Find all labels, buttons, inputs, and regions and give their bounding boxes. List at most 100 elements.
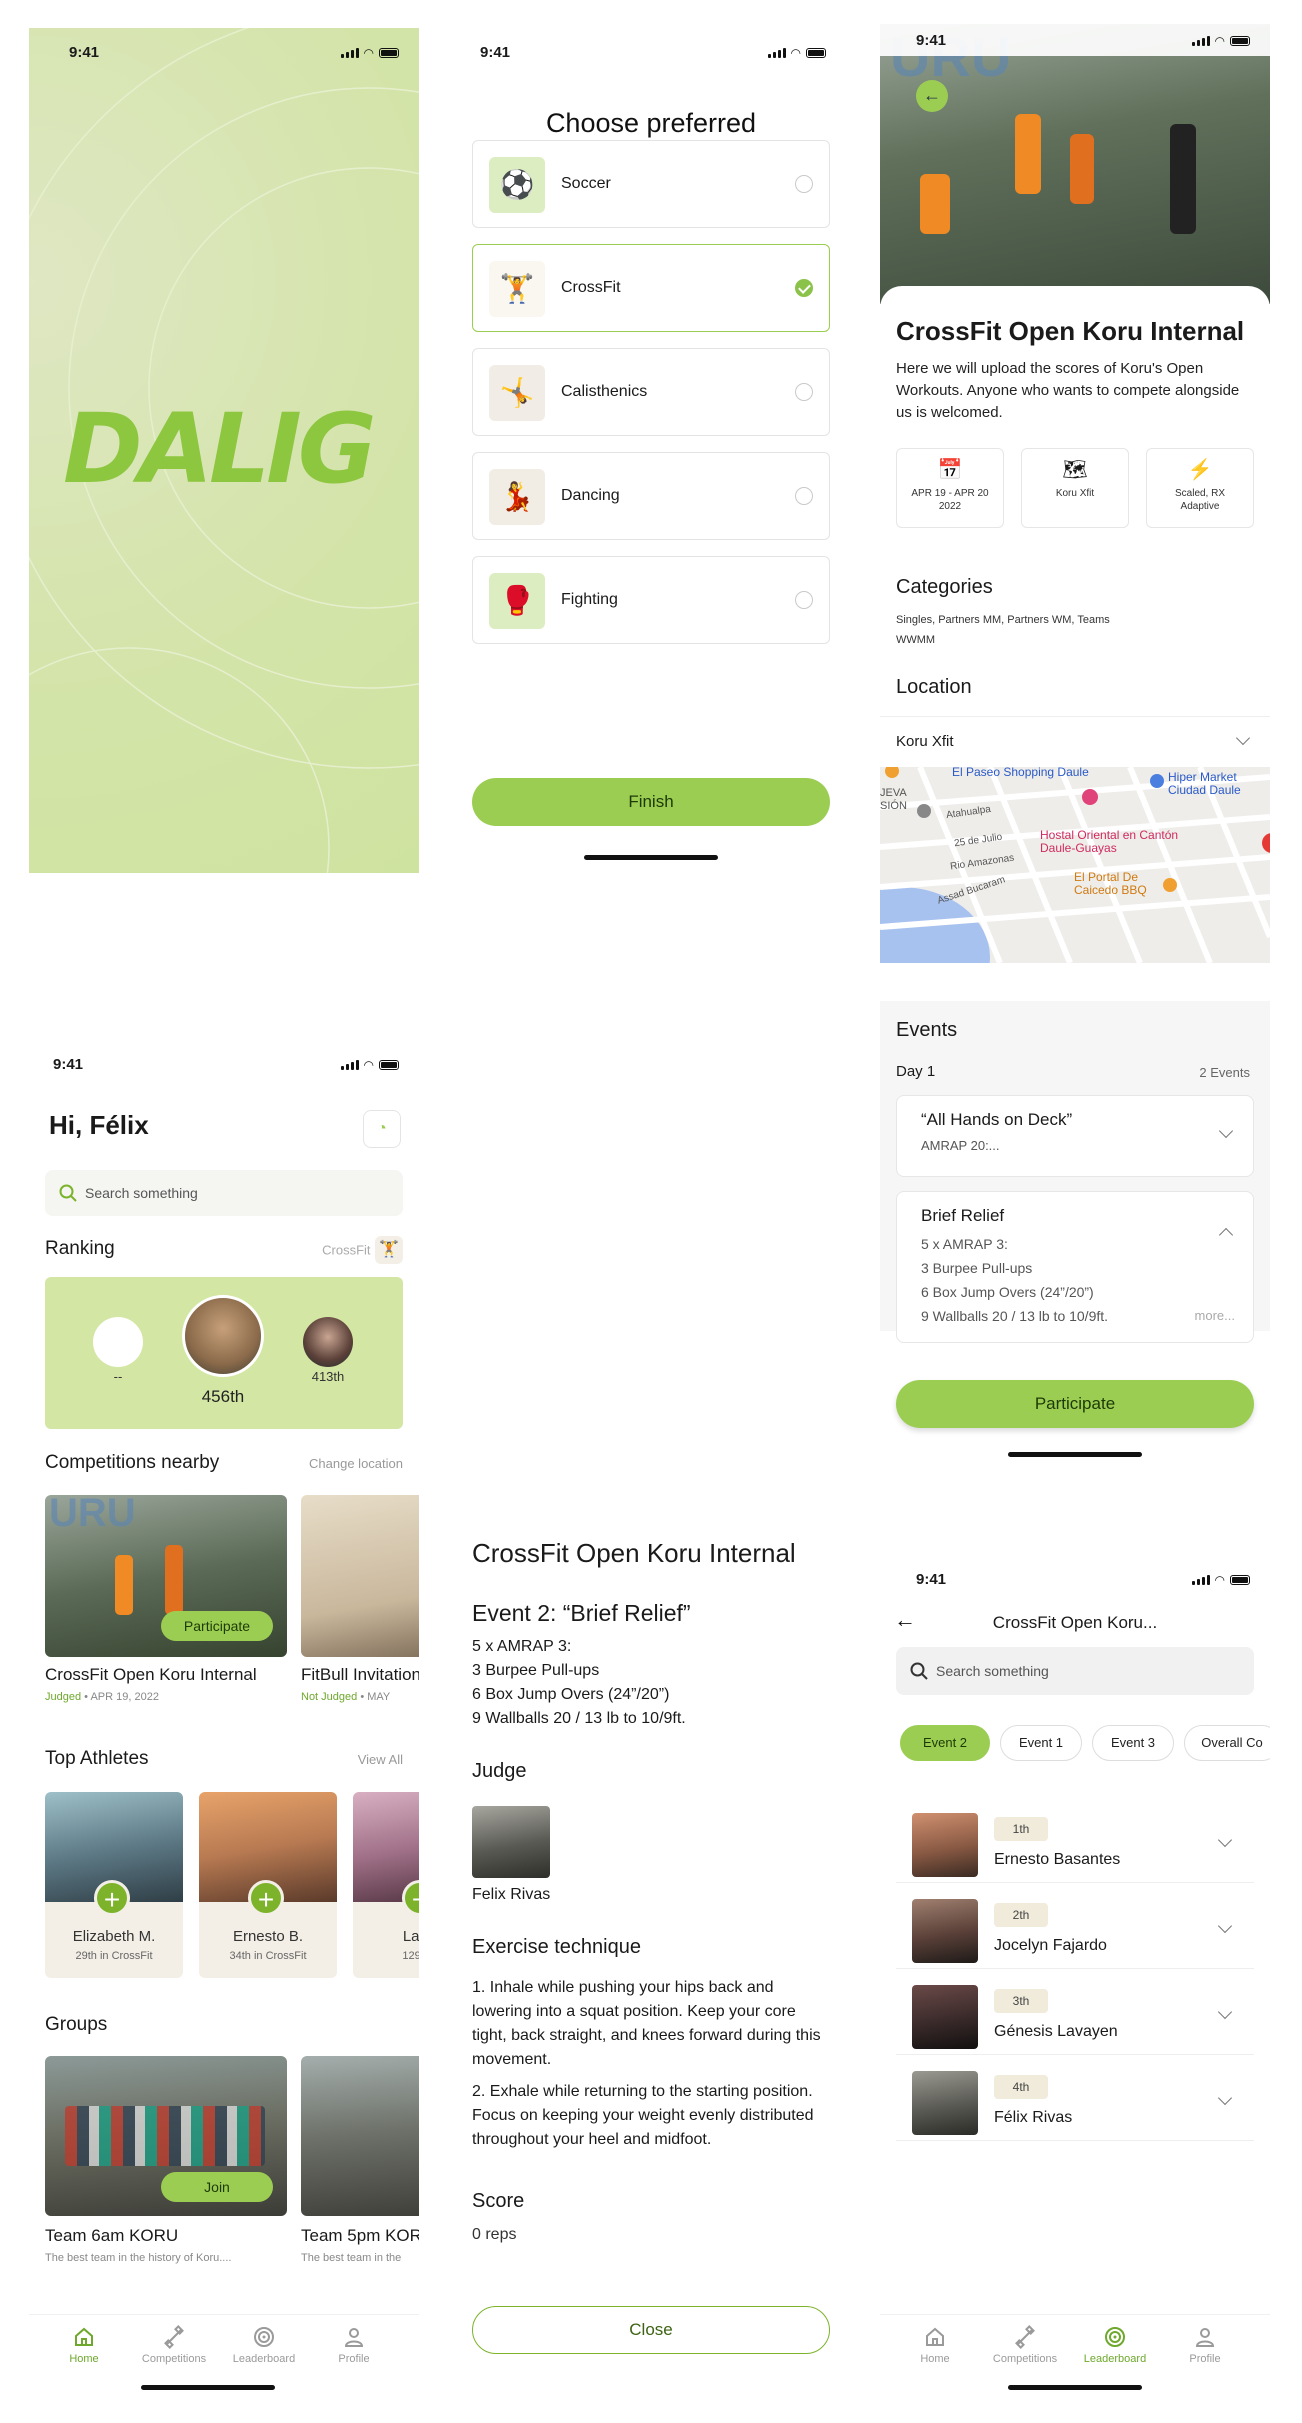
map-label-paseo: El Paseo Shopping Daule <box>952 767 1089 779</box>
event-detail-screen: CrossFit Open Koru Internal Event 2: “Br… <box>456 1520 846 2400</box>
info-card: 📅 APR 19 - APR 20 2022 <box>896 448 1004 528</box>
view-all-link[interactable]: View All <box>358 1752 403 1767</box>
competition-card[interactable]: URU Participate CrossFit Open Koru Inter… <box>45 1491 287 1710</box>
nav-competitions[interactable]: Competitions <box>985 2325 1065 2365</box>
wifi-icon: ◠ <box>1214 1573 1225 1587</box>
competition-card[interactable]: FitBull Invitational Not Judged • MAY <box>301 1495 419 1710</box>
athlete-rank: 34th in CrossFit <box>229 1950 307 1962</box>
nav-home[interactable]: Home <box>44 2325 124 2365</box>
competition-name: CrossFit Open Koru Internal <box>45 1665 257 1684</box>
judge-avatar[interactable] <box>472 1806 550 1878</box>
tab-overall-co[interactable]: Overall Co <box>1184 1725 1270 1761</box>
home-icon <box>923 2325 947 2349</box>
battery-icon <box>1230 36 1250 46</box>
add-athlete-button[interactable]: + <box>94 1880 130 1916</box>
map-label-portal: El Portal De Caicedo BBQ <box>1074 870 1147 897</box>
nav-leaderboard[interactable]: Leaderboard <box>1075 2325 1155 2365</box>
nav-label: Leaderboard <box>1083 2353 1147 2365</box>
greeting: Hi, Félix <box>49 1110 149 1140</box>
sport-option-fighting[interactable]: 🥊 Fighting <box>472 556 830 644</box>
leaderboard-row[interactable]: 1th Ernesto Basantes <box>896 1805 1254 1883</box>
ranking-value: 456th <box>201 1387 245 1406</box>
search-bar[interactable]: Search something <box>896 1647 1254 1695</box>
radio-checked[interactable] <box>795 279 813 297</box>
participate-button[interactable]: Participate <box>896 1380 1254 1428</box>
participate-chip[interactable]: Participate <box>161 1611 273 1641</box>
more-link[interactable]: more... <box>1195 1308 1235 1323</box>
close-button[interactable]: Close <box>472 2306 830 2354</box>
sport-option-soccer[interactable]: ⚽ Soccer <box>472 140 830 228</box>
leaderboard-row[interactable]: 3th Génesis Lavayen <box>896 1977 1254 2055</box>
nav-profile[interactable]: Profile <box>314 2325 394 2365</box>
sport-option-crossfit[interactable]: 🏋 CrossFit <box>472 244 830 332</box>
sport-icon: 🥊 <box>489 573 545 629</box>
search-placeholder: Search something <box>936 1663 1049 1679</box>
event-card-expanded[interactable]: Brief Relief 5 x AMRAP 3: 3 Burpee Pull-… <box>896 1191 1254 1343</box>
competition-detail-screen: URU 9:41 ◠ ← CrossFit Open Koru Internal… <box>880 24 1270 1464</box>
group-card[interactable]: Join Team 6am KORU The best team in the … <box>45 2056 287 2266</box>
signal-icon <box>1191 36 1210 46</box>
status-time: 9:41 <box>69 44 100 61</box>
info-card-label: Koru Xfit <box>1055 488 1095 499</box>
nav-label: Profile <box>1189 2353 1221 2365</box>
splash-screen: 9:41 ◠ DALIG <box>29 28 419 873</box>
bottom-nav: Home Competitions Leaderboard Profile <box>29 2314 419 2400</box>
leaderboard-row[interactable]: 2th Jocelyn Fajardo <box>896 1891 1254 1969</box>
event-title: Event 2: “Brief Relief” <box>472 1600 691 1626</box>
tab-event-3[interactable]: Event 3 <box>1092 1725 1174 1761</box>
join-chip[interactable]: Join <box>161 2172 273 2202</box>
top-athletes-title: Top Athletes <box>45 1748 149 1769</box>
change-location-link[interactable]: Change location <box>309 1456 403 1471</box>
rank-badge: 2th <box>994 1903 1048 1927</box>
finish-button[interactable]: Finish <box>472 778 830 826</box>
athlete-card[interactable]: +Laura129th in <box>353 1792 419 1978</box>
target-icon <box>1103 2325 1127 2349</box>
sport-label: Fighting <box>561 591 618 608</box>
ranking-sport-filter[interactable]: CrossFit 🏋 <box>322 1236 403 1264</box>
rank-badge: 4th <box>994 2075 1048 2099</box>
radio-unchecked[interactable] <box>795 487 813 505</box>
search-icon <box>910 1662 928 1680</box>
athlete-card[interactable]: + Elizabeth M. 29th in CrossFit <box>45 1792 183 1978</box>
athlete-name: Génesis Lavayen <box>994 2023 1118 2040</box>
tab-event-1[interactable]: Event 1 <box>1000 1725 1082 1761</box>
nav-competitions[interactable]: Competitions <box>134 2325 214 2365</box>
groups-title: Groups <box>45 2014 108 2035</box>
sport-option-calisthenics[interactable]: 🤸 Calisthenics <box>472 348 830 436</box>
search-bar[interactable]: Search something <box>45 1170 403 1216</box>
nav-leaderboard[interactable]: Leaderboard <box>224 2325 304 2365</box>
location-map[interactable]: El Paseo Shopping Daule Hiper Market Ciu… <box>880 767 1270 963</box>
judge-title: Judge <box>472 1760 527 1782</box>
battery-icon <box>1230 1575 1250 1585</box>
nav-profile[interactable]: Profile <box>1165 2325 1245 2365</box>
sport-option-dancing[interactable]: 💃 Dancing <box>472 452 830 540</box>
leaderboard-row[interactable]: 4th Félix Rivas <box>896 2063 1254 2141</box>
add-athlete-button[interactable]: + <box>248 1880 284 1916</box>
location-select[interactable]: Koru Xfit <box>880 716 1270 766</box>
radio-unchecked[interactable] <box>795 175 813 193</box>
athlete-name: Jocelyn Fajardo <box>994 1937 1107 1954</box>
ranking-card[interactable]: -- 456th 413th <box>45 1277 403 1429</box>
back-button[interactable]: ← <box>894 1607 916 1633</box>
radio-unchecked[interactable] <box>795 591 813 609</box>
categories-title: Categories <box>896 576 993 598</box>
choose-sports-screen: 9:41 ◠ Choose preferred Sports ⚽Soccer🏋C… <box>456 28 846 873</box>
signal-icon <box>1191 1575 1210 1585</box>
avatar-user <box>182 1295 264 1377</box>
competition-date: MAY <box>367 1691 391 1703</box>
status-time: 9:41 <box>916 1571 947 1588</box>
map-icon: 🗺 <box>1062 459 1088 481</box>
athlete-card[interactable]: + Ernesto B. 34th in CrossFit <box>199 1792 337 1978</box>
back-button[interactable]: ← <box>916 80 948 112</box>
nav-home[interactable]: Home <box>895 2325 975 2365</box>
status-bar: 9:41 ◠ <box>29 28 419 72</box>
home-icon <box>72 2325 96 2349</box>
group-card[interactable]: Team 5pm KORU The best team in the <box>301 2056 419 2266</box>
radio-unchecked[interactable] <box>795 383 813 401</box>
group-description: The best team in the history of Koru.... <box>45 2252 232 2264</box>
notification-button[interactable]: ◔ <box>363 1110 401 1148</box>
tab-event-2[interactable]: Event 2 <box>900 1725 990 1761</box>
event-card[interactable]: “All Hands on Deck” AMRAP 20:... <box>896 1095 1254 1177</box>
nav-label: Home <box>920 2353 950 2365</box>
dumbbell-icon <box>162 2325 186 2349</box>
